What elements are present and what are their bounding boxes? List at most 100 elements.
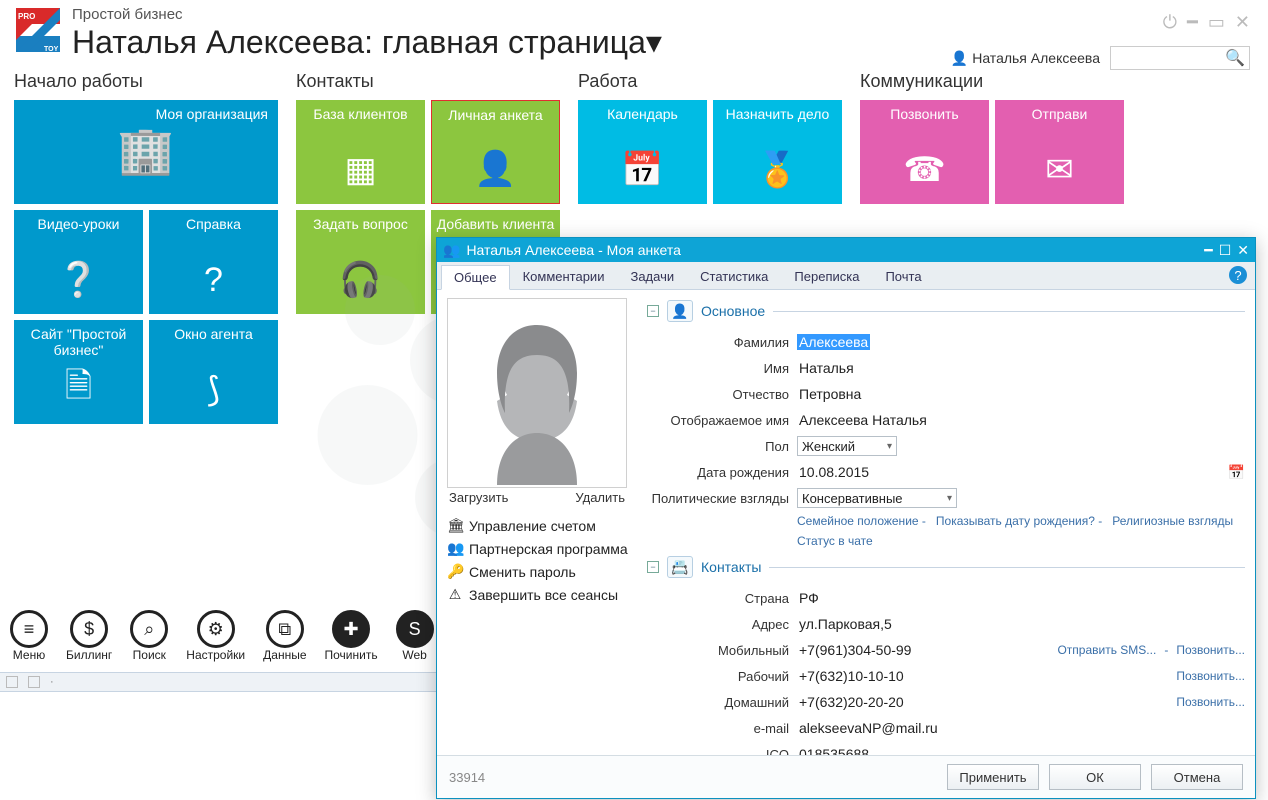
- tile-help[interactable]: Справка?: [149, 210, 278, 314]
- toolbar-label: Поиск: [133, 648, 166, 662]
- tile-send[interactable]: Отправи✉: [995, 100, 1124, 204]
- toolbar-menu[interactable]: ≡Меню: [10, 610, 48, 662]
- help-icon[interactable]: ?: [1229, 266, 1247, 284]
- status-bar: ·: [0, 672, 436, 692]
- search-icon: 🔍: [1225, 48, 1245, 68]
- display-name-field[interactable]: Алексеева Наталья: [797, 411, 929, 429]
- delete-avatar-link[interactable]: Удалить: [575, 490, 625, 505]
- surname-field[interactable]: Алексеева: [797, 334, 870, 350]
- collapse-icon[interactable]: −: [647, 561, 659, 573]
- tile-calendar[interactable]: Календарь📅: [578, 100, 707, 204]
- partner-program[interactable]: 👥Партнерская программа: [447, 540, 647, 557]
- extra-link[interactable]: Религиозные взгляды: [1112, 514, 1233, 528]
- extra-link[interactable]: Семейное положение -: [797, 514, 926, 528]
- toolbar-label: Web: [402, 648, 426, 662]
- tab-Переписка[interactable]: Переписка: [781, 264, 872, 289]
- user-badge[interactable]: 👤Наталья Алексеева: [951, 50, 1100, 67]
- toolbar-billing[interactable]: $Биллинг: [66, 610, 112, 662]
- change-password-icon: 🔑: [447, 563, 463, 580]
- tile-call[interactable]: Позвонить ☎: [860, 100, 989, 204]
- collapse-icon[interactable]: −: [647, 305, 659, 317]
- contacts-section-icon: 📇: [667, 556, 693, 578]
- tile-video-lessons[interactable]: Видео-уроки❔: [14, 210, 143, 314]
- person-icon: 👤: [951, 50, 968, 67]
- site-icon: 🗎: [65, 366, 92, 414]
- dialog-maximize-icon[interactable]: ☐: [1219, 242, 1232, 259]
- tab-Статистика[interactable]: Статистика: [687, 264, 781, 289]
- icq-field[interactable]: 018535688: [797, 745, 871, 755]
- mobile-field[interactable]: +7(961)304-50-99: [797, 641, 913, 659]
- work-phone-field[interactable]: +7(632)10-10-10: [797, 667, 906, 685]
- tile-label: Личная анкета: [448, 107, 542, 139]
- agent-window-icon: ⟆: [207, 366, 220, 414]
- tab-Задачи[interactable]: Задачи: [617, 264, 687, 289]
- menu-icon: ≡: [10, 610, 48, 648]
- end-sessions[interactable]: ⚠Завершить все сеансы: [447, 586, 647, 603]
- dialog-minimize-icon[interactable]: ━: [1204, 242, 1212, 259]
- maximize-icon[interactable]: ▭: [1208, 12, 1225, 33]
- dialog-close-icon[interactable]: ✕: [1237, 242, 1249, 259]
- tile-label: Справка: [186, 216, 241, 248]
- gender-select[interactable]: Женский: [797, 436, 897, 456]
- client-base-icon: ▦: [344, 146, 376, 194]
- dialog-tabs: ОбщееКомментарииЗадачиСтатистикаПереписк…: [437, 262, 1255, 290]
- person-section-icon: 👤: [667, 300, 693, 322]
- call-link[interactable]: Позвонить: [1176, 695, 1245, 709]
- call-link[interactable]: Позвонить: [1176, 643, 1245, 657]
- politics-select[interactable]: Консервативные: [797, 488, 957, 508]
- cancel-button[interactable]: Отмена: [1151, 764, 1243, 790]
- calendar-icon[interactable]: 📅: [1228, 464, 1245, 481]
- extra-link[interactable]: Статус в чате: [797, 534, 873, 548]
- search-input[interactable]: 🔍: [1110, 46, 1250, 70]
- tab-Комментарии[interactable]: Комментарии: [510, 264, 618, 289]
- send-sms-link[interactable]: Отправить SMS: [1057, 643, 1156, 657]
- change-password[interactable]: 🔑Сменить пароль: [447, 563, 647, 580]
- data-icon: ⧉: [266, 610, 304, 648]
- toggle-icon[interactable]: ⏻: [1163, 12, 1177, 33]
- manage-account[interactable]: 🏛Управление счетом: [447, 517, 647, 534]
- billing-icon: $: [70, 610, 108, 648]
- dob-field[interactable]: 10.08.2015: [797, 463, 871, 481]
- profile-dialog: 👥 Наталья Алексеева - Моя анкета ━ ☐ ✕ О…: [436, 237, 1256, 799]
- section-Начало работы: Начало работы Моя организация🏢Видео-уроки…: [14, 71, 278, 424]
- tile-my-org[interactable]: Моя организация🏢: [14, 100, 278, 204]
- toolbar-label: Данные: [263, 648, 306, 662]
- settings-icon: ⚙: [197, 610, 235, 648]
- ok-button[interactable]: ОК: [1049, 764, 1141, 790]
- tile-label: Позвонить: [890, 106, 958, 138]
- upload-avatar-link[interactable]: Загрузить: [449, 490, 508, 505]
- toolbar-settings[interactable]: ⚙Настройки: [186, 610, 245, 662]
- extra-link[interactable]: Показывать дату рождения? -: [936, 514, 1102, 528]
- toolbar-search[interactable]: ⌕Поиск: [130, 610, 168, 662]
- name-field[interactable]: Наталья: [797, 359, 856, 377]
- apply-button[interactable]: Применить: [947, 764, 1039, 790]
- section-title: Начало работы: [14, 71, 278, 92]
- tile-assign-task[interactable]: Назначить дело🏅: [713, 100, 842, 204]
- home-phone-field[interactable]: +7(632)20-20-20: [797, 693, 906, 711]
- toolbar-fix[interactable]: ✚Починить: [325, 610, 378, 662]
- tab-Почта[interactable]: Почта: [872, 264, 934, 289]
- people-icon: 👥: [443, 242, 460, 259]
- minimize-icon[interactable]: ━: [1187, 12, 1198, 33]
- tile-label: Отправи: [1032, 106, 1088, 138]
- call-link[interactable]: Позвонить: [1176, 669, 1245, 683]
- tile-personal-form[interactable]: Личная анкета👤: [431, 100, 560, 204]
- tile-agent-window[interactable]: Окно агента⟆: [149, 320, 278, 424]
- dropdown-icon: ▾: [646, 24, 662, 60]
- email-field[interactable]: alekseevaNP@mail.ru: [797, 719, 940, 737]
- fix-icon: ✚: [332, 610, 370, 648]
- video-lessons-icon: ❔: [57, 256, 99, 304]
- call-icon: ☎: [903, 146, 945, 194]
- patronymic-field[interactable]: Петровна: [797, 385, 863, 403]
- calendar-icon: 📅: [621, 146, 663, 194]
- close-icon[interactable]: ✕: [1235, 12, 1250, 33]
- tile-site[interactable]: Сайт "Простой бизнес"🗎: [14, 320, 143, 424]
- tile-client-base[interactable]: База клиентов▦: [296, 100, 425, 204]
- toolbar-data[interactable]: ⧉Данные: [263, 610, 306, 662]
- country-field[interactable]: РФ: [797, 589, 821, 607]
- toolbar-label: Биллинг: [66, 648, 112, 662]
- toolbar-web[interactable]: SWeb: [396, 610, 434, 662]
- tab-Общее[interactable]: Общее: [441, 265, 510, 290]
- address-field[interactable]: ул.Парковая,5: [797, 615, 894, 633]
- toolbar-label: Меню: [13, 648, 45, 662]
